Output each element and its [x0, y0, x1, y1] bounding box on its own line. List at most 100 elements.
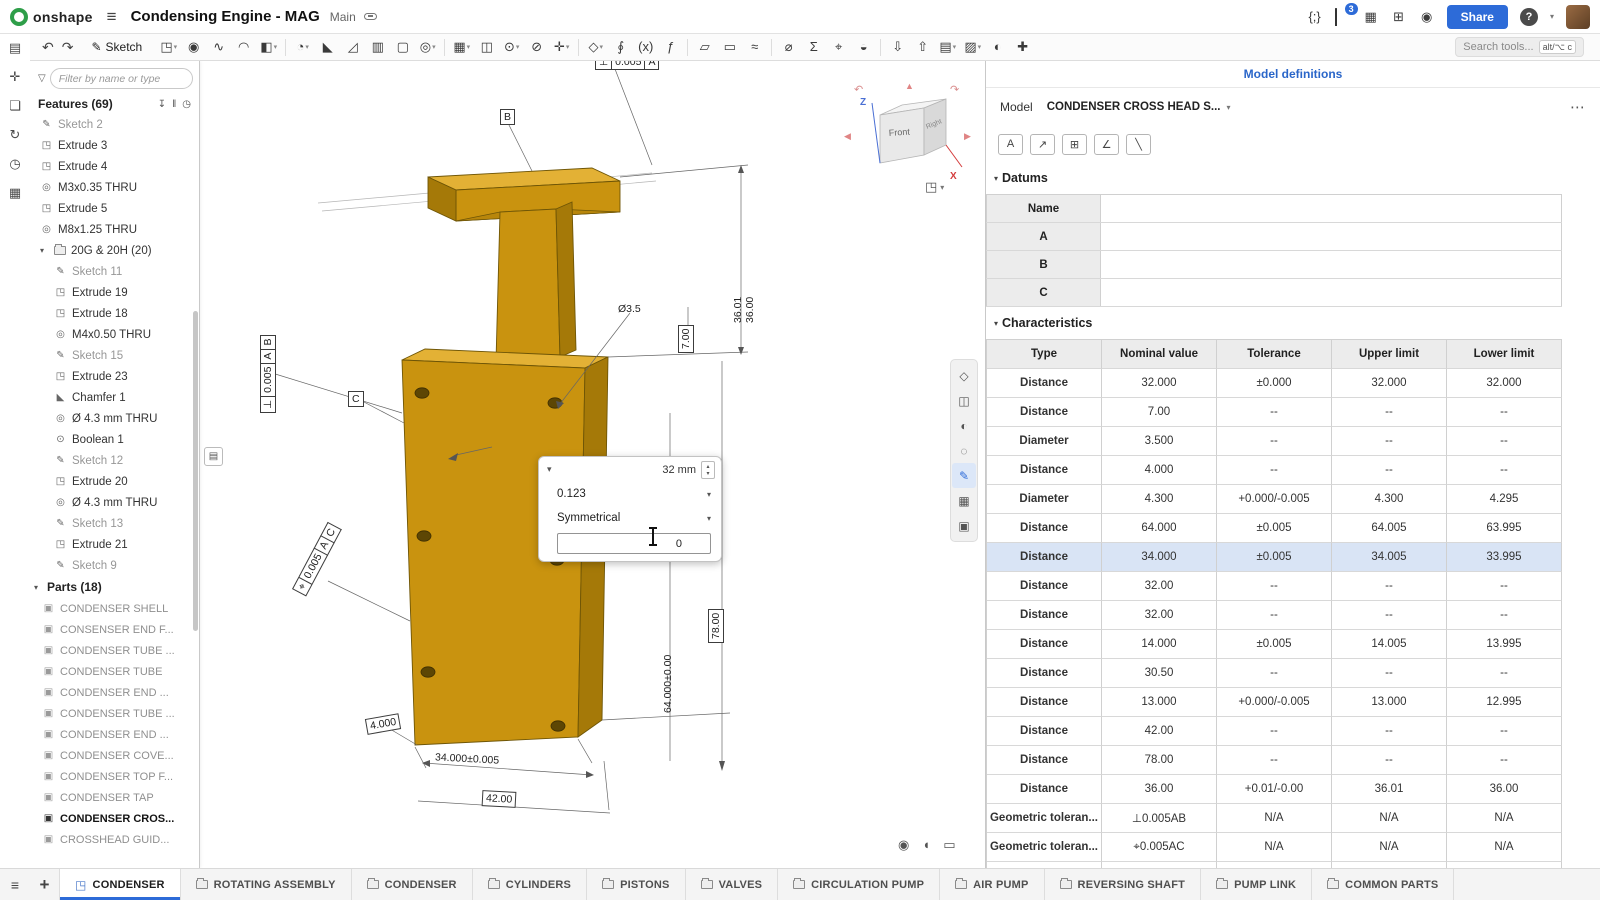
feature-item-sketch-11[interactable]: ✎Sketch 11 — [30, 261, 199, 282]
dimension-42[interactable]: 42.00 — [482, 790, 517, 808]
feature-list-toggle-icon[interactable]: ▤ — [9, 40, 21, 56]
document-title[interactable]: Condensing Engine - MAG — [131, 8, 320, 25]
datum-row-c[interactable]: C — [986, 279, 1562, 307]
tolerance-type-select[interactable]: Symmetrical ▾ — [539, 506, 721, 530]
thicken-icon[interactable]: ◧▾ — [256, 34, 281, 60]
variable-icon[interactable]: (x) — [633, 34, 658, 60]
main-menu-icon[interactable]: ≡ — [107, 7, 117, 27]
feature-filter-input[interactable]: Filter by name or type — [50, 68, 193, 89]
mass-properties-icon[interactable]: Σ — [801, 34, 826, 60]
featurescript-icon[interactable]: {;} — [1307, 9, 1323, 24]
part-item-condenser-top-f[interactable]: ▣CONDENSER TOP F... — [30, 766, 199, 787]
feature-item-extrude-4[interactable]: ◳Extrude 4 — [30, 156, 199, 177]
shell-icon[interactable]: ▢ — [390, 34, 415, 60]
dimension-hole-diameter[interactable]: Ø3.5 — [618, 303, 641, 315]
stepper-up-icon[interactable]: ▴ — [706, 463, 709, 470]
characteristics-section-header[interactable]: ▾ Characteristics — [986, 307, 1600, 339]
configurations-icon[interactable]: ✛ — [10, 69, 21, 85]
feature-item-sketch-13[interactable]: ✎Sketch 13 — [30, 513, 199, 534]
tab-reversing-shaft[interactable]: REVERSING SHAFT — [1045, 869, 1202, 900]
fcf-perpendicularity-left[interactable]: ⊥ 0.005 A B — [260, 335, 276, 413]
split-icon[interactable]: ⊘ — [524, 34, 549, 60]
characteristic-row[interactable]: Distance32.000±0.00032.00032.000 — [987, 369, 1562, 398]
characteristic-row[interactable]: Distance34.000±0.00534.00533.995 — [987, 543, 1562, 572]
part-item-condenser-shell[interactable]: ▣CONDENSER SHELL — [30, 598, 199, 619]
characteristic-row[interactable]: Distance30.50------ — [987, 659, 1562, 688]
characteristic-row[interactable]: Distance32.00------ — [987, 572, 1562, 601]
section-view-icon[interactable]: ◒ — [851, 34, 876, 60]
sweep-icon[interactable]: ∿ — [206, 34, 231, 60]
dimension-36-limits[interactable]: 36.01 36.00 — [732, 297, 756, 323]
sketch-button[interactable]: ✎ Sketch — [83, 38, 150, 56]
undo-button[interactable]: ↶ — [42, 39, 54, 56]
view-orientation-button[interactable]: ◳ ▾ — [925, 179, 944, 195]
dimension-tool-icon[interactable]: ✎ — [952, 463, 976, 488]
model-select[interactable]: CONDENSER CROSS HEAD S... ▾ — [1047, 101, 1231, 113]
datum-value-cell[interactable] — [1101, 223, 1562, 250]
tables-panel-icon[interactable]: ▦ — [9, 185, 21, 201]
extrude-icon[interactable]: ◳▾ — [156, 34, 181, 60]
sheet-metal-icon[interactable]: ▱ — [692, 34, 717, 60]
part-item-condenser-tap[interactable]: ▣CONDENSER TAP — [30, 787, 199, 808]
part-item-condenser-end[interactable]: ▣CONDENSER END ... — [30, 724, 199, 745]
graphics-viewport[interactable]: B C ⊥ 0.005 A ⊥ 0.005 A B ⌖ 0.005 A C 36… — [200, 61, 985, 868]
characteristic-row[interactable]: Distance64.000±0.00564.00563.995 — [987, 514, 1562, 543]
tab-rotating-assembly[interactable]: ROTATING ASSEMBLY — [181, 869, 352, 900]
feature-item-extrude-19[interactable]: ◳Extrude 19 — [30, 282, 199, 303]
rotate-ccw-icon[interactable]: ↶ — [854, 83, 863, 96]
feature-item-extrude-18[interactable]: ◳Extrude 18 — [30, 303, 199, 324]
fillet-icon[interactable]: ◔▾ — [290, 34, 315, 60]
feature-item-extrude-20[interactable]: ◳Extrude 20 — [30, 471, 199, 492]
linear-pattern-icon[interactable]: ▦▾ — [449, 34, 474, 60]
visibility-icon[interactable]: ◌ — [952, 438, 976, 463]
part-item-condenser-end[interactable]: ▣CONDENSER END ... — [30, 682, 199, 703]
help-caret-icon[interactable]: ▾ — [1550, 12, 1554, 21]
protractor-icon[interactable]: ◖ — [922, 837, 930, 853]
view-cube[interactable]: ↶ ↷ ▲ ◀ ▶ Front Right Z X — [842, 83, 977, 195]
transform-icon[interactable]: ✛▾ — [549, 34, 574, 60]
measure-icon[interactable]: ⌀ — [776, 34, 801, 60]
tab-menu-icon[interactable]: ≡ — [0, 869, 30, 900]
feature-item-sketch-2[interactable]: ✎Sketch 2 — [30, 114, 199, 135]
feature-item-m8x1-25-thru[interactable]: ◎M8x1.25 THRU — [30, 219, 199, 240]
boolean-icon[interactable]: ⊙▾ — [499, 34, 524, 60]
more-options-icon[interactable]: ⋯ — [1570, 98, 1586, 116]
characteristic-row[interactable]: Distance13.000+0.000/-0.00513.00012.995 — [987, 688, 1562, 717]
part-item-condenser-cros[interactable]: ▣CONDENSER CROS... — [30, 808, 199, 829]
rotate-right-icon[interactable]: ▶ — [964, 131, 971, 142]
feature-item-chamfer-1[interactable]: ◣Chamfer 1 — [30, 387, 199, 408]
feature-item-boolean-1[interactable]: ⊙Boolean 1 — [30, 429, 199, 450]
tab-circulation-pump[interactable]: CIRCULATION PUMP — [778, 869, 940, 900]
branch-name[interactable]: Main — [330, 10, 356, 24]
datum-flag-b[interactable]: B — [500, 109, 515, 125]
datum-value-cell[interactable] — [1101, 251, 1562, 278]
part-item-condenser-tube[interactable]: ▣CONDENSER TUBE ... — [30, 640, 199, 661]
suppress-icon[interactable]: ‖ — [172, 99, 176, 110]
redo-button[interactable]: ↷ — [62, 39, 74, 56]
tab-valves[interactable]: VALVES — [686, 869, 779, 900]
import-icon[interactable]: ⇩ — [885, 34, 910, 60]
variable-studio-icon[interactable]: ƒ — [658, 34, 683, 60]
tab-common-parts[interactable]: COMMON PARTS — [1312, 869, 1454, 900]
leader-line-icon[interactable]: ↗ — [1030, 134, 1055, 155]
bead-icon[interactable]: ≈ — [742, 34, 767, 60]
part-item-condenser-cove[interactable]: ▣CONDENSER COVE... — [30, 745, 199, 766]
datum-row-b[interactable]: B — [986, 251, 1562, 279]
folder-caret-icon[interactable]: ▾ — [40, 246, 49, 255]
tab-cylinders[interactable]: CYLINDERS — [473, 869, 587, 900]
characteristic-row[interactable]: Geometric toleran...⌖0.005ACN/AN/AN/A — [987, 833, 1562, 862]
history-icon[interactable]: ◷ — [9, 156, 20, 172]
dimension-7[interactable]: 7.00 — [678, 325, 694, 353]
hole-icon[interactable]: ◎▾ — [415, 34, 440, 60]
dimension-78[interactable]: 78.00 — [708, 609, 724, 643]
tables-icon[interactable]: ▤▾ — [935, 34, 960, 60]
tab-pump-link[interactable]: PUMP LINK — [1201, 869, 1312, 900]
fea-studio-icon[interactable]: ▨▾ — [960, 34, 985, 60]
feature-item-4-3-mm-thru[interactable]: ◎Ø 4.3 mm THRU — [30, 492, 199, 513]
collapse-caret-icon[interactable]: ▾ — [547, 464, 552, 475]
characteristic-row[interactable]: Distance78.00------ — [987, 746, 1562, 775]
characteristic-row[interactable]: Diameter3.500------ — [987, 427, 1562, 456]
rib-icon[interactable]: ▥ — [365, 34, 390, 60]
feature-item-m3x0-35-thru[interactable]: ◎M3x0.35 THRU — [30, 177, 199, 198]
feature-item-m4x0-50-thru[interactable]: ◎M4x0.50 THRU — [30, 324, 199, 345]
